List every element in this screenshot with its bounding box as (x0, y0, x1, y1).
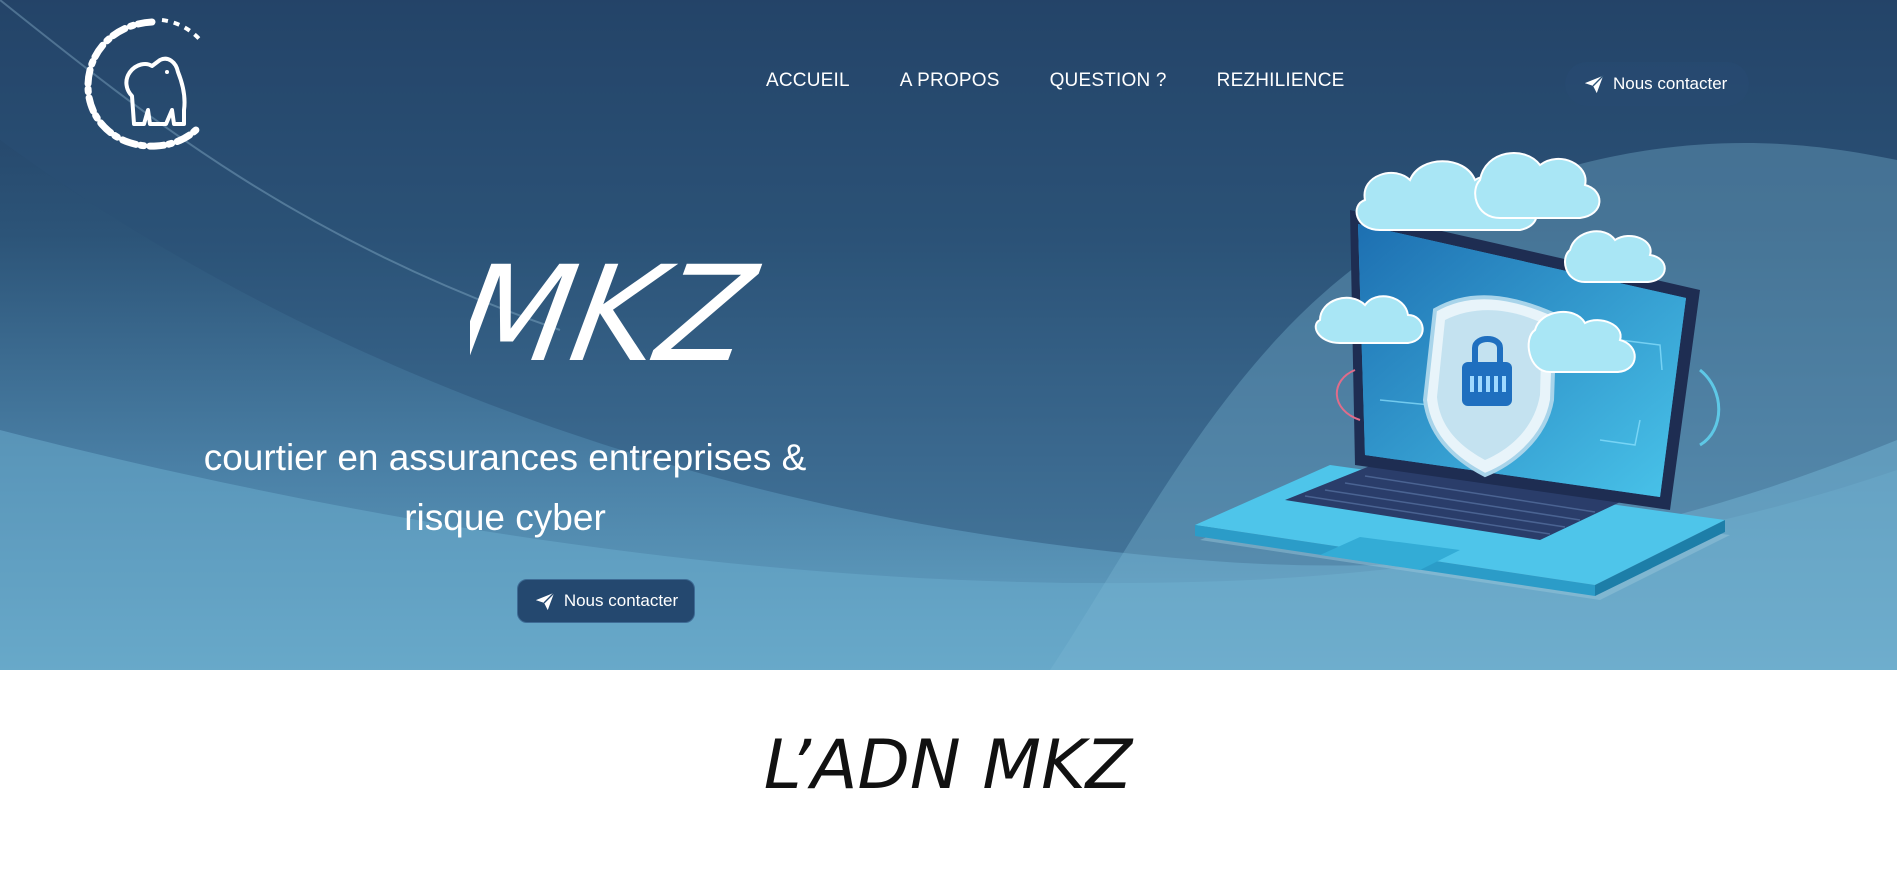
site-logo[interactable] (74, 14, 214, 154)
paper-plane-icon (1583, 73, 1605, 95)
svg-text:MKZ: MKZ (470, 239, 767, 380)
main-nav: ACCUEIL A PROPOS QUESTION ? REZHILIENCE (766, 70, 1395, 92)
hero-contact-label: Nous contacter (563, 591, 679, 610)
nav-item-question[interactable]: QUESTION ? (1050, 70, 1167, 92)
header-contact-button[interactable]: Nous contacter (1565, 62, 1750, 106)
section-title-adn: L’ADN MKZ (764, 726, 1134, 805)
hero-subtitle: courtier en assurances entreprises & ris… (203, 437, 807, 538)
hero-section: ACCUEIL A PROPOS QUESTION ? REZHILIENCE … (0, 0, 1897, 670)
nav-item-a-propos[interactable]: A PROPOS (900, 70, 1000, 92)
header-contact-label: Nous contacter (1613, 74, 1728, 93)
hero-contact-button[interactable]: Nous contacter (517, 579, 695, 623)
gorilla-icon (84, 18, 204, 150)
hero-brand-title: MKZ (470, 239, 767, 380)
svg-text:L’ADN MKZ: L’ADN MKZ (764, 726, 1134, 805)
nav-item-accueil[interactable]: ACCUEIL (766, 70, 850, 92)
laptop-cloud-shield-lock-illustration (1195, 152, 1730, 600)
nav-item-rezhilience[interactable]: REZHILIENCE (1217, 70, 1345, 92)
paper-plane-icon (534, 590, 556, 612)
